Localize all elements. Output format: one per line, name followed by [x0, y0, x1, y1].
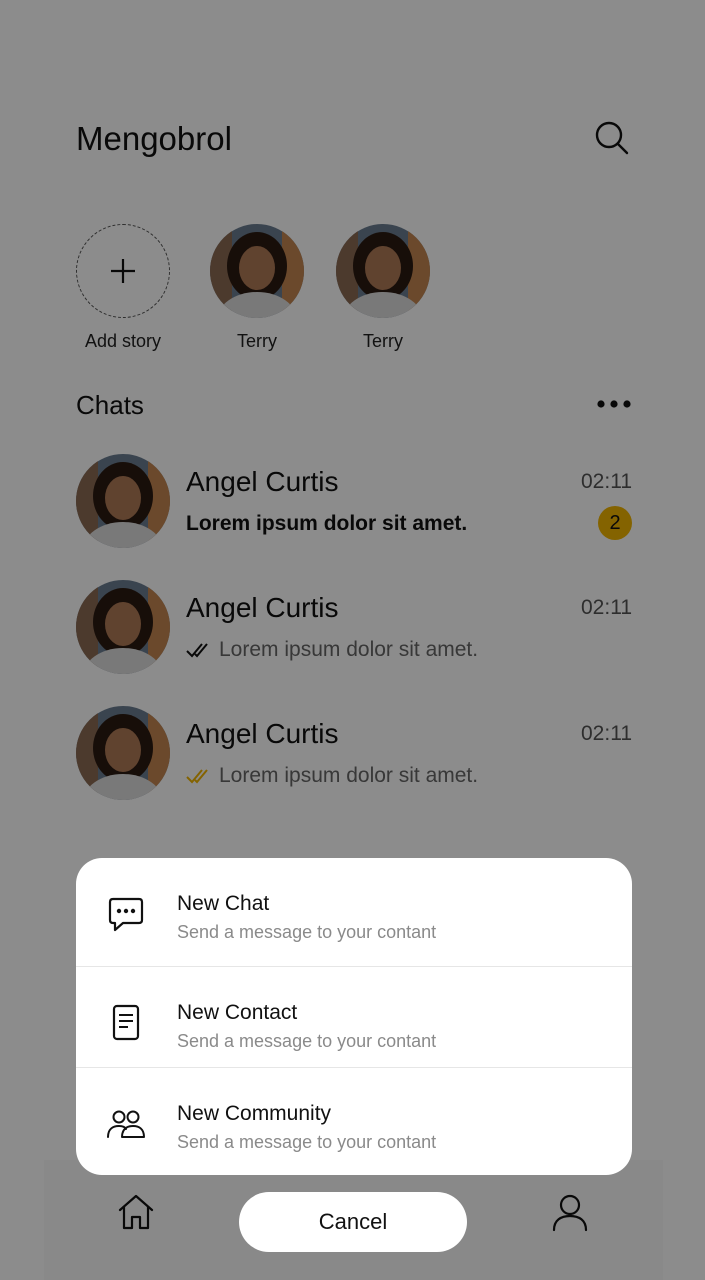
option-subtitle: Send a message to your contant: [177, 1031, 437, 1051]
new-item-action-sheet: New Chat Send a message to your contant …: [76, 858, 632, 1175]
option-subtitle: Send a message to your contant: [177, 1132, 437, 1152]
community-icon: [107, 1110, 145, 1138]
new-contact-option[interactable]: New Contact Send a message to your conta…: [76, 966, 632, 1067]
option-title: New Community: [177, 1102, 332, 1125]
new-chat-option[interactable]: New Chat Send a message to your contant: [76, 858, 632, 959]
cancel-button[interactable]: Cancel: [239, 1192, 467, 1252]
new-community-option[interactable]: New Community Send a message to your con…: [76, 1067, 632, 1168]
chat-bubble-icon: [108, 897, 144, 932]
contact-card-icon: [112, 1004, 140, 1041]
option-subtitle: Send a message to your contant: [177, 922, 437, 942]
option-title: New Chat: [177, 892, 270, 915]
option-title: New Contact: [177, 1001, 298, 1024]
